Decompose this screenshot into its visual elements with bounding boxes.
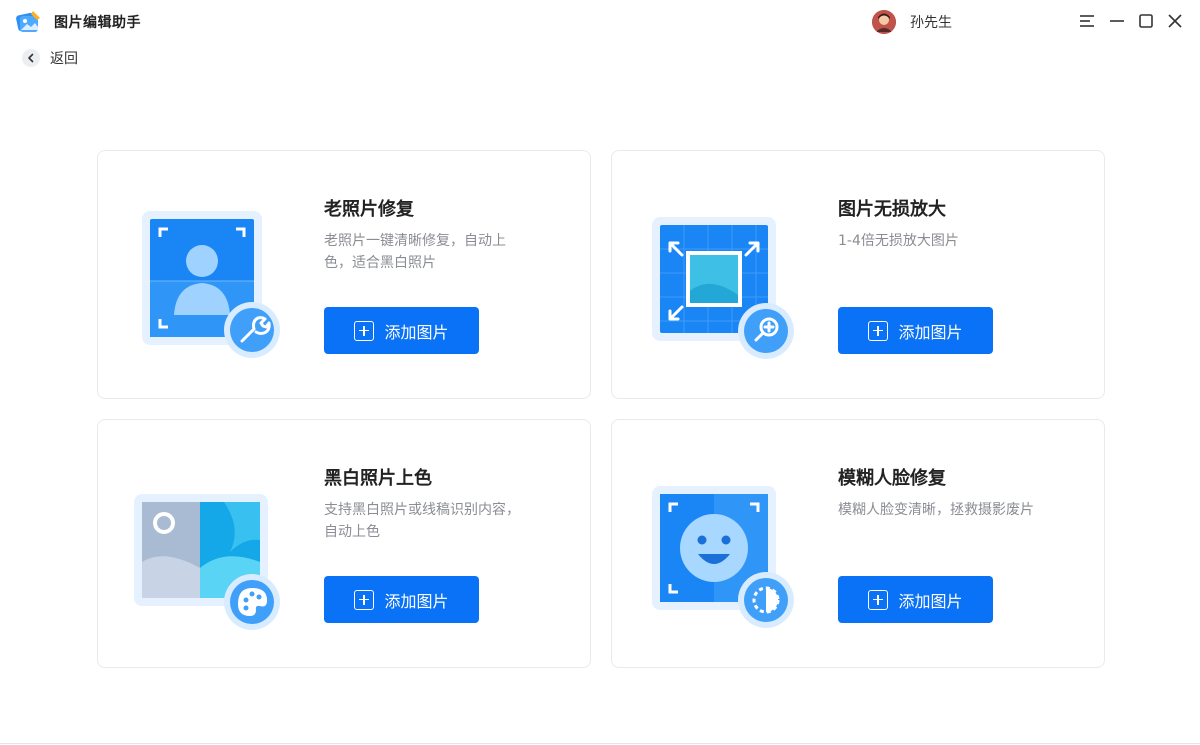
menu-button[interactable]	[1076, 10, 1098, 32]
minimize-button[interactable]	[1106, 10, 1128, 32]
maximize-icon	[1139, 14, 1153, 28]
close-icon	[1168, 14, 1182, 28]
close-button[interactable]	[1164, 10, 1186, 32]
maximize-button[interactable]	[1135, 10, 1157, 32]
card-title: 黑白照片上色	[324, 468, 432, 489]
add-image-button[interactable]: 添加图片	[324, 307, 479, 354]
plus-icon	[354, 320, 375, 341]
card-title: 模糊人脸修复	[838, 468, 946, 489]
app-logo-icon	[16, 11, 40, 32]
photo-repair-icon	[142, 211, 280, 358]
card-description: 支持黑白照片或线稿识别内容，自动上色	[324, 502, 520, 540]
plus-icon	[868, 589, 889, 610]
add-image-label: 添加图片	[384, 322, 449, 342]
add-image-label: 添加图片	[384, 591, 449, 611]
card-description: 1-4倍无损放大图片	[838, 233, 959, 249]
back-button[interactable]: 返回	[22, 48, 78, 68]
avatar-icon	[872, 10, 896, 34]
card-face-repair: 模糊人脸修复 模糊人脸变清晰，拯救摄影废片 添加图片	[611, 419, 1105, 668]
plus-icon	[354, 589, 375, 610]
app-title: 图片编辑助手	[54, 15, 141, 31]
card-title: 老照片修复	[324, 199, 414, 220]
colorize-icon	[134, 494, 280, 630]
avatar[interactable]	[872, 10, 896, 34]
image-enlarge-icon	[652, 217, 794, 359]
add-image-button[interactable]: 添加图片	[838, 307, 993, 354]
card-colorize: 黑白照片上色 支持黑白照片或线稿识别内容，自动上色 添加图片	[97, 419, 591, 668]
add-image-label: 添加图片	[898, 591, 963, 611]
back-circle	[22, 49, 40, 67]
add-image-button[interactable]: 添加图片	[324, 576, 479, 623]
add-image-button[interactable]: 添加图片	[838, 576, 993, 623]
menu-icon	[1080, 15, 1094, 27]
card-lossless-enlarge: 图片无损放大 1-4倍无损放大图片 添加图片	[611, 150, 1105, 399]
user-name[interactable]: 孙先生	[910, 12, 952, 32]
face-repair-icon	[652, 486, 794, 628]
title-bar: 图片编辑助手 孙先生	[0, 0, 1200, 44]
bottom-divider	[0, 743, 1200, 744]
card-description: 老照片一键清晰修复，自动上色，适合黑白照片	[324, 233, 506, 271]
card-old-photo-repair: 老照片修复 老照片一键清晰修复，自动上色，适合黑白照片 添加图片	[97, 150, 591, 399]
plus-icon	[868, 320, 889, 341]
card-title: 图片无损放大	[838, 199, 946, 220]
card-description: 模糊人脸变清晰，拯救摄影废片	[838, 502, 1034, 518]
chevron-left-icon	[28, 53, 34, 63]
minimize-icon	[1110, 20, 1124, 22]
add-image-label: 添加图片	[898, 322, 963, 342]
back-label: 返回	[50, 51, 78, 67]
